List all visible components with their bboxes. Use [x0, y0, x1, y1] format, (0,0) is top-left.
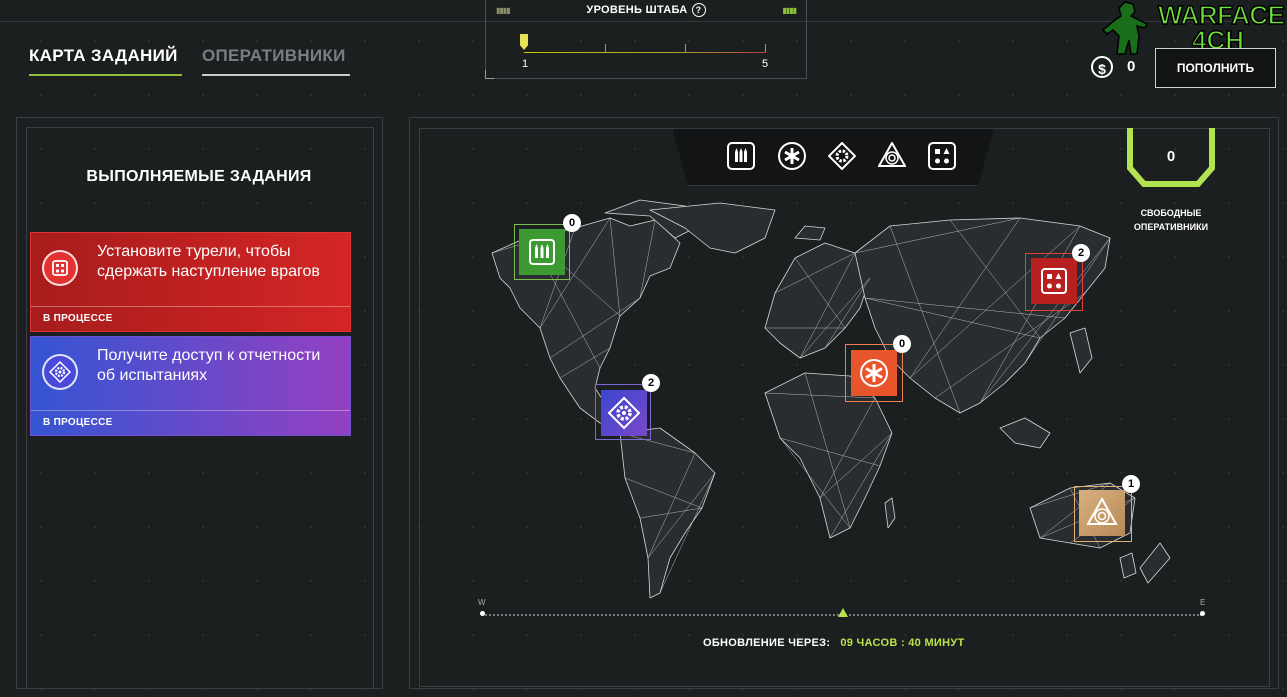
timeline-start-dot [480, 611, 485, 616]
topup-button[interactable]: ПОПОЛНИТЬ [1155, 48, 1276, 88]
quest-description: Установите турели, чтобы сдержать наступ… [97, 243, 320, 280]
hq-level-min: 1 [522, 58, 529, 70]
dollar-coin-icon: $ [1091, 56, 1113, 78]
map-pin-frame [595, 384, 651, 440]
hq-level-marker [520, 34, 528, 50]
soldier-icon [1101, 1, 1149, 55]
dice-filter-icon[interactable] [928, 142, 956, 170]
hq-level-panel: ▮▮▮▮ УРОВЕНЬ ШТАБА? ▮▮▮▮ 1 5 [485, 0, 807, 79]
active-missions-title: ВЫПОЛНЯЕМЫЕ ЗАДАНИЯ [86, 168, 312, 185]
timeline-end-dot [1200, 611, 1205, 616]
gear-icon [42, 354, 78, 390]
map-pin-count: 0 [563, 214, 581, 232]
update-timer-value: 09 ЧАСОВ : 40 МИНУТ [840, 637, 965, 649]
free-operatives-count: 0 [1166, 148, 1176, 165]
map-pin-count: 1 [1122, 475, 1140, 493]
update-timer: ОБНОВЛЕНИЕ ЧЕРЕЗ: 09 ЧАСОВ : 40 МИНУТ [703, 637, 965, 649]
hq-level-max: 5 [762, 58, 769, 70]
hq-level-tick [685, 44, 686, 52]
quest-description: Получите доступ к отчетности об испытани… [97, 347, 321, 384]
engineer-filter-icon[interactable] [828, 142, 856, 170]
medic-filter-icon[interactable] [778, 142, 806, 170]
hq-level-track [524, 52, 766, 53]
map-pin-count: 2 [1072, 244, 1090, 262]
dice-icon [42, 250, 78, 286]
signal-high-icon: ▮▮▮▮ [782, 6, 797, 15]
map-pin-count: 0 [893, 335, 911, 353]
map-pin-frame [845, 344, 903, 402]
map-pin-frame [514, 224, 570, 280]
hq-level-title-text: УРОВЕНЬ ШТАБА [586, 3, 688, 16]
hq-level-tick [605, 44, 606, 52]
timeline-current-marker [838, 608, 848, 617]
map-pin-frame [1025, 253, 1083, 311]
hq-level-title: УРОВЕНЬ ШТАБА? [486, 3, 806, 17]
timeline-east-label: E [1200, 598, 1206, 607]
currency-value: 0 [1127, 58, 1136, 75]
quest-card-reports[interactable]: Получите доступ к отчетности об испытани… [30, 336, 351, 436]
map-pin-frame [1074, 486, 1132, 542]
sniper-filter-icon[interactable] [878, 142, 906, 170]
quest-card-turrets[interactable]: Установите турели, чтобы сдержать наступ… [30, 232, 351, 332]
hq-level-tick [765, 44, 766, 52]
map-pin-count: 2 [642, 374, 660, 392]
quest-status: В ПРОЦЕССЕ [31, 410, 350, 435]
ammo-filter-icon[interactable] [727, 142, 755, 170]
quest-status: В ПРОЦЕССЕ [31, 306, 350, 331]
help-icon[interactable]: ? [691, 3, 706, 17]
update-timer-label: ОБНОВЛЕНИЕ ЧЕРЕЗ: [703, 637, 831, 649]
tab-operatives[interactable]: ОПЕРАТИВНИКИ [202, 46, 350, 76]
tab-mission-map[interactable]: КАРТА ЗАДАНИЙ [29, 46, 182, 76]
timeline-west-label: W [478, 598, 486, 607]
